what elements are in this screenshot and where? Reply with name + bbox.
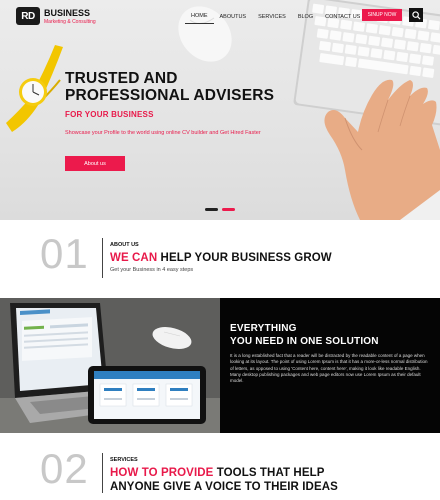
- hero-section: RD BUSINESS Marketing & Consulting HOME …: [0, 0, 440, 220]
- logo[interactable]: RD BUSINESS Marketing & Consulting: [16, 7, 96, 25]
- logo-mark: RD: [16, 7, 40, 25]
- hero-title-line-2: PROFESSIONAL ADVISERS: [65, 87, 275, 104]
- slider-dot-2[interactable]: [222, 208, 235, 211]
- nav-item-aboutus[interactable]: ABOUTUS: [214, 10, 253, 24]
- solution-section: EVERYTHING YOU NEED IN ONE SOLUTION It i…: [0, 298, 440, 433]
- services-section: 02 SERVICES HOW TO PROVIDE TOOLS THAT HE…: [0, 433, 440, 500]
- nav-item-contact-us[interactable]: CONTACT US: [319, 10, 366, 24]
- about-subtitle: Get your Business in 4 easy steps: [110, 267, 194, 273]
- about-title: WE CAN HELP YOUR BUSINESS GROW: [110, 252, 332, 264]
- logo-title: BUSINESS: [44, 7, 91, 18]
- about-eyebrow: ABOUT US: [110, 242, 139, 248]
- services-number: 02: [40, 445, 89, 492]
- about-title-rest: HELP YOUR BUSINESS GROW: [157, 252, 332, 264]
- logo-subtitle: Marketing & Consulting: [44, 18, 96, 25]
- hero-title-line-1: TRUSTED AND: [65, 70, 178, 87]
- services-title-line-2: ANYONE GIVE A VOICE TO THEIR IDEAS: [110, 481, 338, 493]
- about-title-accent: WE CAN: [110, 252, 158, 264]
- section-number: 01: [40, 230, 89, 277]
- services-title-rest: TOOLS THAT HELP: [213, 467, 325, 479]
- services-title-accent: HOW TO PROVIDE: [110, 467, 214, 479]
- services-eyebrow: SERVICES: [110, 457, 138, 463]
- nav-item-blog[interactable]: BLOG: [292, 10, 319, 24]
- solution-body: It is a long established fact that a rea…: [230, 353, 428, 384]
- section-divider: [102, 238, 103, 278]
- nav-item-services[interactable]: SERVICES: [252, 10, 292, 24]
- about-us-button[interactable]: About us: [65, 156, 125, 171]
- laptop-image: [0, 298, 220, 433]
- search-button[interactable]: [409, 8, 423, 22]
- slider-dots: [205, 208, 235, 211]
- solution-panel: EVERYTHING YOU NEED IN ONE SOLUTION It i…: [220, 298, 440, 433]
- solution-title: EVERYTHING YOU NEED IN ONE SOLUTION: [230, 322, 379, 348]
- signup-button[interactable]: SINUP NOW: [362, 9, 402, 21]
- logo-text: BUSINESS Marketing & Consulting: [44, 8, 96, 25]
- services-divider: [102, 453, 103, 493]
- search-icon: [411, 10, 421, 20]
- about-section: 01 ABOUT US WE CAN HELP YOUR BUSINESS GR…: [0, 220, 440, 298]
- solution-title-line-1: EVERYTHING: [230, 323, 297, 334]
- main-nav: HOME ABOUTUS SERVICES BLOG CONTACT US: [185, 9, 366, 24]
- services-title: HOW TO PROVIDE TOOLS THAT HELP ANYONE GIV…: [110, 466, 338, 494]
- slider-dot-1[interactable]: [205, 208, 218, 211]
- hero-subtitle: FOR YOUR BUSINESS: [65, 110, 154, 119]
- hero-title: TRUSTED AND PROFESSIONAL ADVISERS: [65, 70, 274, 104]
- hero-description: Showcase your Profile to the world using…: [65, 130, 261, 136]
- laptop-illustration: [0, 298, 220, 433]
- nav-item-home[interactable]: HOME: [185, 9, 214, 24]
- solution-title-line-2: YOU NEED IN ONE SOLUTION: [230, 336, 379, 347]
